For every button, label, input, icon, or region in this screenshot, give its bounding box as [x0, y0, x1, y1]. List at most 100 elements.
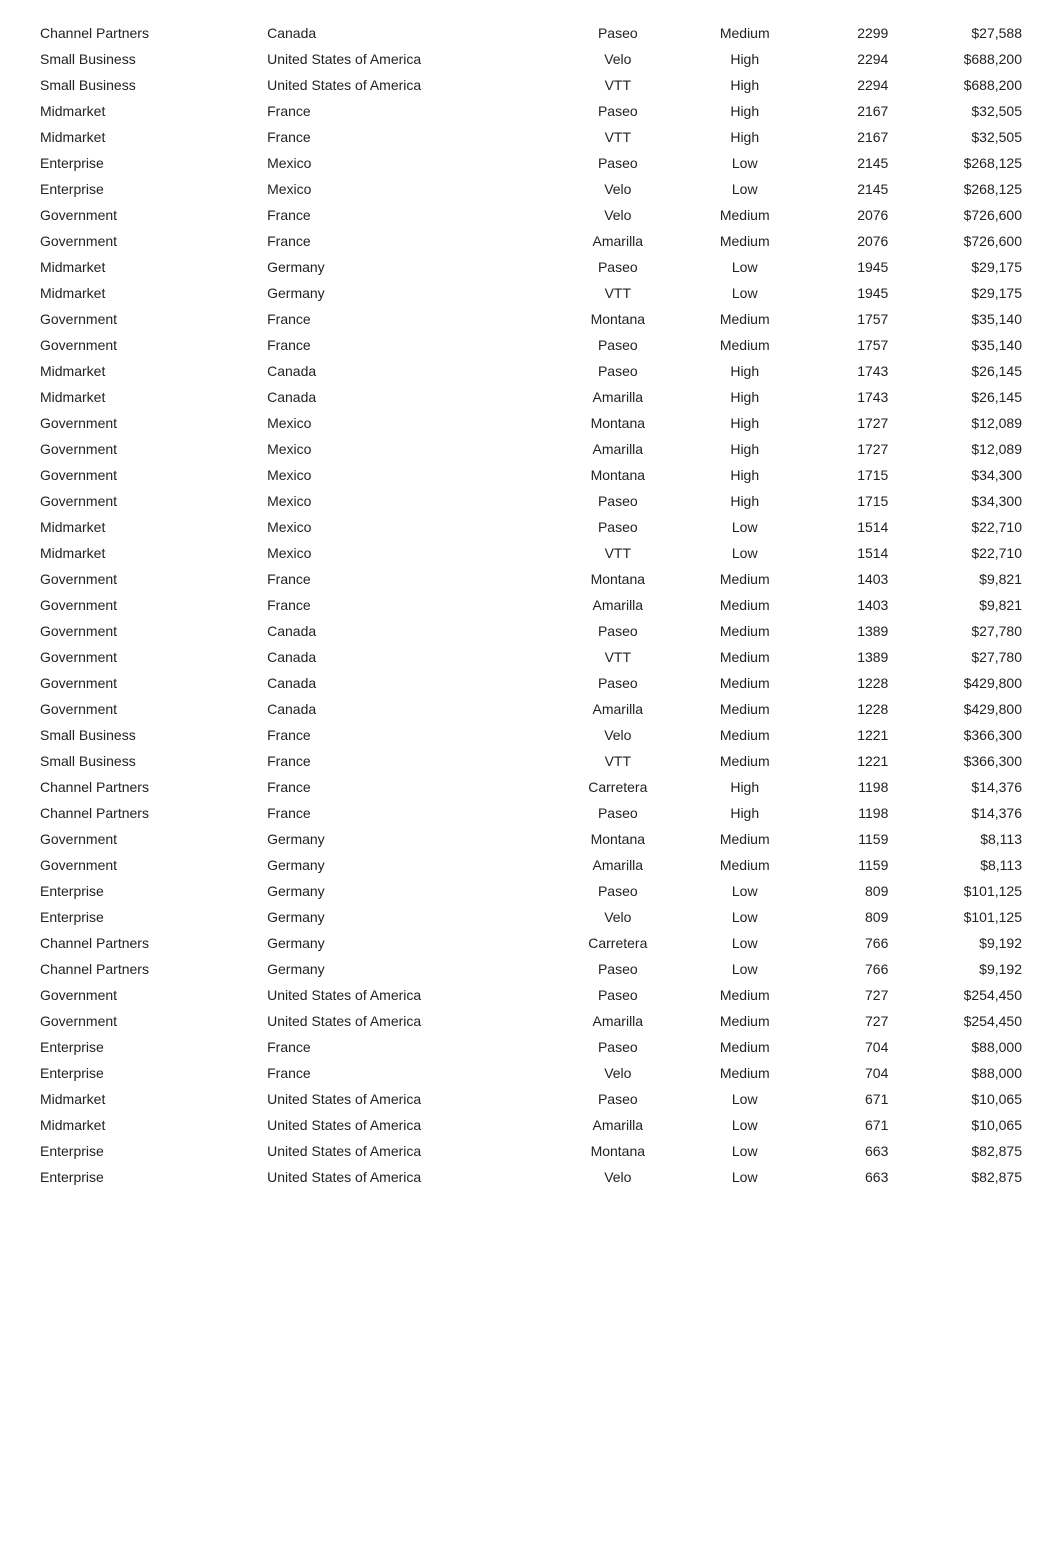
table-cell: Germany	[257, 852, 551, 878]
table-cell: High	[685, 124, 805, 150]
table-cell: Medium	[685, 1034, 805, 1060]
table-row: Small BusinessUnited States of AmericaVe…	[30, 46, 1032, 72]
table-cell: 1389	[805, 644, 899, 670]
table-cell: Enterprise	[30, 176, 257, 202]
table-cell: Enterprise	[30, 878, 257, 904]
data-table: Channel PartnersCanadaPaseoMedium2299$27…	[30, 20, 1032, 1190]
table-row: EnterpriseGermanyPaseoLow809$101,125	[30, 878, 1032, 904]
table-cell: Medium	[685, 852, 805, 878]
table-row: Channel PartnersGermanyCarreteraLow766$9…	[30, 930, 1032, 956]
table-cell: Carretera	[551, 774, 685, 800]
table-cell: 2299	[805, 20, 899, 46]
table-cell: $10,065	[898, 1112, 1032, 1138]
table-cell: High	[685, 384, 805, 410]
table-cell: Mexico	[257, 436, 551, 462]
table-cell: Amarilla	[551, 436, 685, 462]
table-cell: $29,175	[898, 280, 1032, 306]
table-row: GovernmentFranceMontanaMedium1757$35,140	[30, 306, 1032, 332]
table-row: GovernmentUnited States of AmericaPaseoM…	[30, 982, 1032, 1008]
table-cell: Enterprise	[30, 150, 257, 176]
table-cell: Government	[30, 592, 257, 618]
table-cell: Midmarket	[30, 124, 257, 150]
table-row: MidmarketUnited States of AmericaAmarill…	[30, 1112, 1032, 1138]
table-row: GovernmentCanadaAmarillaMedium1228$429,8…	[30, 696, 1032, 722]
table-cell: Germany	[257, 280, 551, 306]
table-cell: Low	[685, 176, 805, 202]
table-cell: Low	[685, 878, 805, 904]
table-cell: VTT	[551, 124, 685, 150]
table-cell: Velo	[551, 1164, 685, 1190]
table-cell: Medium	[685, 1008, 805, 1034]
table-row: GovernmentGermanyAmarillaMedium1159$8,11…	[30, 852, 1032, 878]
table-cell: $27,588	[898, 20, 1032, 46]
table-row: EnterpriseUnited States of AmericaMontan…	[30, 1138, 1032, 1164]
table-row: GovernmentFranceAmarillaMedium2076$726,6…	[30, 228, 1032, 254]
table-cell: Midmarket	[30, 254, 257, 280]
table-cell: Enterprise	[30, 1164, 257, 1190]
table-cell: 1228	[805, 696, 899, 722]
table-row: GovernmentFranceAmarillaMedium1403$9,821	[30, 592, 1032, 618]
table-cell: $27,780	[898, 644, 1032, 670]
table-cell: $8,113	[898, 852, 1032, 878]
table-cell: Government	[30, 644, 257, 670]
table-row: Small BusinessUnited States of AmericaVT…	[30, 72, 1032, 98]
table-row: GovernmentFranceVeloMedium2076$726,600	[30, 202, 1032, 228]
table-row: EnterpriseGermanyVeloLow809$101,125	[30, 904, 1032, 930]
table-cell: Velo	[551, 202, 685, 228]
table-cell: Paseo	[551, 982, 685, 1008]
table-cell: Medium	[685, 826, 805, 852]
table-cell: Paseo	[551, 20, 685, 46]
table-cell: 1514	[805, 514, 899, 540]
table-cell: 727	[805, 982, 899, 1008]
table-cell: 1727	[805, 436, 899, 462]
table-cell: Government	[30, 670, 257, 696]
table-cell: France	[257, 592, 551, 618]
table-cell: Government	[30, 852, 257, 878]
table-cell: High	[685, 488, 805, 514]
table-cell: $726,600	[898, 202, 1032, 228]
table-cell: Channel Partners	[30, 774, 257, 800]
table-cell: 663	[805, 1164, 899, 1190]
table-row: MidmarketFrancePaseoHigh2167$32,505	[30, 98, 1032, 124]
table-cell: Low	[685, 930, 805, 956]
table-cell: 663	[805, 1138, 899, 1164]
table-cell: $14,376	[898, 800, 1032, 826]
table-cell: High	[685, 72, 805, 98]
table-cell: Enterprise	[30, 904, 257, 930]
table-cell: Medium	[685, 696, 805, 722]
table-cell: Carretera	[551, 930, 685, 956]
table-cell: 1159	[805, 826, 899, 852]
table-cell: Small Business	[30, 72, 257, 98]
table-cell: United States of America	[257, 46, 551, 72]
table-cell: $254,450	[898, 982, 1032, 1008]
table-row: Small BusinessFranceVTTMedium1221$366,30…	[30, 748, 1032, 774]
table-cell: Enterprise	[30, 1034, 257, 1060]
table-cell: Germany	[257, 956, 551, 982]
table-cell: $32,505	[898, 98, 1032, 124]
table-cell: High	[685, 98, 805, 124]
table-cell: Paseo	[551, 150, 685, 176]
table-cell: VTT	[551, 540, 685, 566]
table-cell: Germany	[257, 930, 551, 956]
table-cell: $82,875	[898, 1164, 1032, 1190]
table-cell: $366,300	[898, 722, 1032, 748]
table-cell: 809	[805, 904, 899, 930]
table-row: MidmarketCanadaAmarillaHigh1743$26,145	[30, 384, 1032, 410]
table-cell: Paseo	[551, 670, 685, 696]
table-cell: Canada	[257, 696, 551, 722]
table-cell: Government	[30, 436, 257, 462]
table-cell: $688,200	[898, 46, 1032, 72]
table-cell: Low	[685, 254, 805, 280]
table-cell: Medium	[685, 332, 805, 358]
table-cell: VTT	[551, 644, 685, 670]
table-cell: 766	[805, 930, 899, 956]
table-row: EnterpriseMexicoPaseoLow2145$268,125	[30, 150, 1032, 176]
table-cell: Amarilla	[551, 852, 685, 878]
table-row: GovernmentCanadaVTTMedium1389$27,780	[30, 644, 1032, 670]
table-cell: Medium	[685, 644, 805, 670]
table-row: Channel PartnersGermanyPaseoLow766$9,192	[30, 956, 1032, 982]
table-cell: Medium	[685, 202, 805, 228]
table-row: EnterpriseUnited States of AmericaVeloLo…	[30, 1164, 1032, 1190]
table-cell: $88,000	[898, 1060, 1032, 1086]
table-cell: $22,710	[898, 540, 1032, 566]
